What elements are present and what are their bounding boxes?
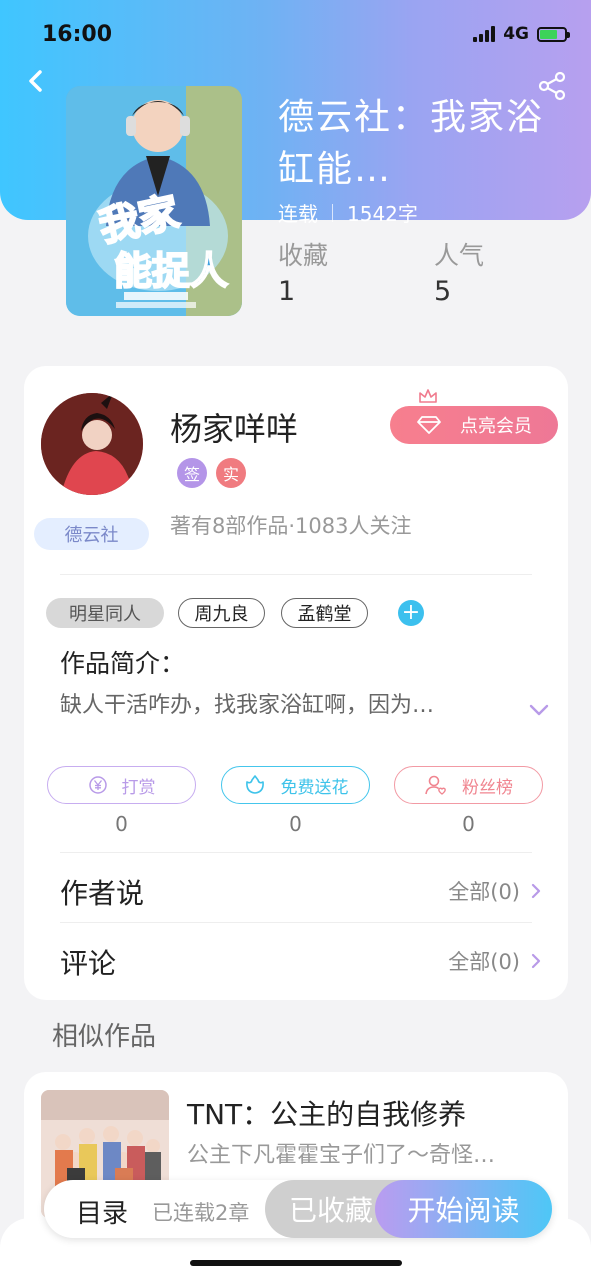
flower-count: 0 [289, 812, 302, 836]
signal-icon [473, 26, 496, 42]
stat-value-favorites: 1 [278, 276, 296, 307]
stat-label-popularity: 人气 [434, 241, 485, 270]
chevron-right-icon [531, 953, 541, 969]
svg-text:能捉人: 能捉人 [114, 249, 228, 293]
fan-ranking-button[interactable]: 粉丝榜 [394, 766, 543, 804]
chapter-count: 已连载2章 [152, 1201, 250, 1225]
status-indicators: 4G [473, 24, 570, 44]
fan-ranking-label: 粉丝榜 [462, 777, 513, 798]
crown-icon [419, 389, 437, 403]
author-notes-all[interactable]: 全部(0) [448, 876, 542, 906]
word-count: 1542字 [347, 202, 418, 226]
signed-badge: 签 [177, 458, 207, 488]
stat-value-popularity: 5 [434, 276, 452, 307]
diamond-icon [417, 416, 441, 434]
serial-status: 连载 [278, 202, 318, 226]
divider [60, 922, 532, 923]
author-name[interactable]: 杨家咩咩 [170, 404, 298, 450]
fan-user-icon [425, 775, 446, 795]
favorited-label: 已收藏 [289, 1194, 374, 1227]
status-time: 16:00 [42, 22, 113, 47]
similar-work-desc: 公主下凡霍霍宝子们了～奇怪… [187, 1143, 496, 1168]
add-tag-icon[interactable]: + [398, 600, 424, 626]
toc-button[interactable]: 目录 [76, 1193, 128, 1230]
author-works-info: 著有8部作品·1083人关注 [170, 514, 412, 538]
comments-all[interactable]: 全部(0) [448, 946, 542, 976]
intro-text: 缺人干活咋办，找我家浴缸啊，因为… [60, 693, 435, 718]
home-indicator [190, 1260, 402, 1266]
author-notes-row[interactable]: 作者说 全部(0) [24, 856, 568, 922]
verified-badge: 实 [216, 458, 246, 488]
meta-divider [332, 203, 333, 222]
tip-button-label: 打赏 [121, 777, 156, 798]
intro-heading: 作品简介： [60, 649, 186, 678]
tag-chip-category[interactable]: 明星同人 [46, 598, 164, 628]
book-meta: 连载 1542字 [278, 198, 418, 227]
chevron-right-icon [531, 883, 541, 899]
similar-works-heading: 相似作品 [52, 1022, 157, 1052]
author-avatar[interactable] [41, 393, 143, 495]
tag-chip[interactable]: 周九良 [178, 598, 265, 628]
divider [60, 852, 532, 853]
divider [60, 574, 532, 575]
fan-count: 0 [462, 812, 475, 836]
author-notes-title: 作者说 [60, 877, 145, 910]
author-notes-count: 全部(0) [448, 880, 520, 904]
send-flower-button[interactable]: 免费送花 [221, 766, 370, 804]
back-arrow-icon[interactable] [22, 66, 52, 96]
comments-row[interactable]: 评论 全部(0) [24, 926, 568, 992]
stat-label-favorites: 收藏 [278, 241, 329, 270]
book-title: 德云社：我家浴缸能… [278, 97, 545, 190]
network-type: 4G [503, 24, 529, 44]
tag-chip[interactable]: 孟鹤堂 [281, 598, 368, 628]
comments-count: 全部(0) [448, 950, 520, 974]
tip-button[interactable]: 打赏 [47, 766, 196, 804]
battery-icon [537, 26, 570, 42]
tip-count: 0 [115, 812, 128, 836]
vip-button[interactable]: 点亮会员 [390, 406, 558, 444]
vip-button-label: 点亮会员 [460, 416, 532, 437]
yen-coin-icon [88, 776, 107, 794]
comments-title: 评论 [60, 947, 117, 980]
start-reading-button[interactable]: 开始阅读 [375, 1180, 552, 1238]
send-flower-label: 免费送花 [280, 777, 349, 798]
book-cover-image: 我家 能捉人 [66, 86, 242, 316]
cover-illustration: 我家 能捉人 [66, 86, 242, 316]
expand-chevron-icon[interactable] [528, 702, 550, 718]
similar-work-title[interactable]: TNT：公主的自我修养 [187, 1093, 466, 1133]
community-tag[interactable]: 德云社 [34, 518, 149, 550]
flower-icon [245, 775, 264, 794]
avatar-illustration [41, 393, 143, 495]
